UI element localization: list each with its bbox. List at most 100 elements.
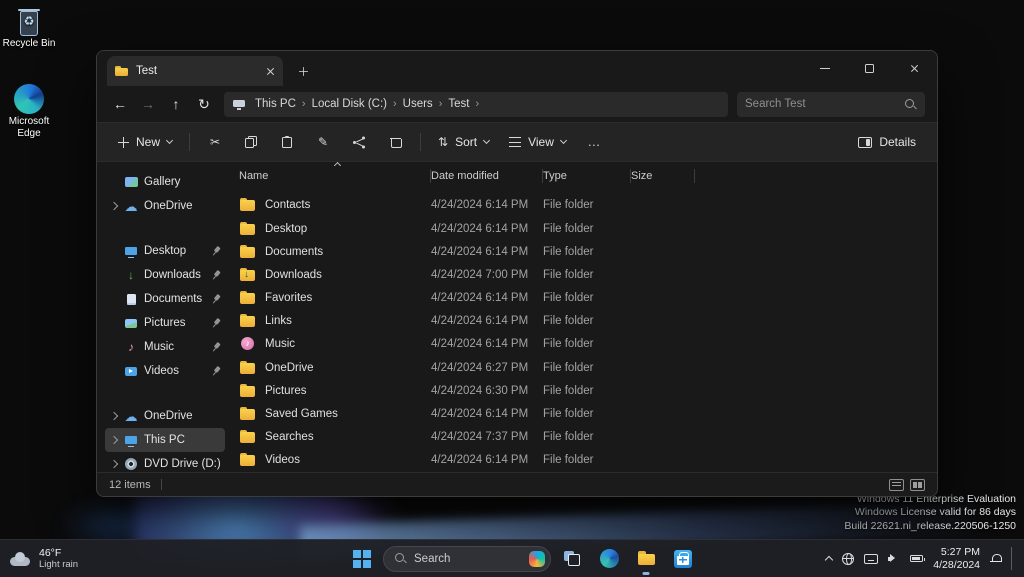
file-row-saved-games[interactable]: Saved Games4/24/2024 6:14 PMFile folder <box>229 402 937 425</box>
network-icon[interactable] <box>842 553 854 565</box>
breadcrumb-item-local-disk-c[interactable]: Local Disk (C:) <box>306 98 393 110</box>
more-options-button[interactable] <box>577 127 611 157</box>
column-header-type[interactable]: Type <box>543 170 631 182</box>
sidebar-item-onedrive[interactable]: OneDrive <box>105 194 225 218</box>
recycle-bin-icon <box>17 6 41 36</box>
sidebar-item-gallery[interactable]: Gallery <box>105 170 225 194</box>
chevron-right-icon[interactable] <box>109 437 118 443</box>
details-view-toggle[interactable] <box>889 479 904 491</box>
breadcrumb-item-test[interactable]: Test <box>442 98 475 110</box>
sidebar-item-desktop[interactable]: Desktop <box>105 239 225 263</box>
taskbar-search[interactable]: Search <box>383 546 551 572</box>
breadcrumb-item-users[interactable]: Users <box>397 98 439 110</box>
column-header-label: Name <box>239 170 268 182</box>
show-desktop-button[interactable] <box>1011 547 1014 569</box>
explorer-tab[interactable]: Test <box>107 56 283 86</box>
maximize-button[interactable] <box>847 51 892 86</box>
dvd-icon <box>123 457 139 471</box>
file-date-modified: 4/24/2024 6:30 PM <box>431 385 543 397</box>
sidebar-group-gap <box>105 383 225 404</box>
new-tab-button[interactable] <box>291 59 315 83</box>
address-bar[interactable]: This PC›Local Disk (C:)›Users›Test› <box>224 92 728 117</box>
file-row-links[interactable]: Links4/24/2024 6:14 PMFile folder <box>229 310 937 333</box>
notifications-bell-icon[interactable] <box>990 553 1001 564</box>
desktop-icon-recycle-bin[interactable]: Recycle Bin <box>0 6 58 50</box>
column-header-size[interactable]: Size <box>631 170 695 182</box>
keyboard-icon[interactable] <box>864 554 878 564</box>
taskbar-clock[interactable]: 5:27 PM 4/28/2024 <box>933 546 980 571</box>
task-view-button[interactable] <box>556 543 588 575</box>
gallery-icon <box>123 175 139 189</box>
breadcrumb-separator[interactable]: › <box>475 98 479 110</box>
chevron-right-icon[interactable] <box>109 461 118 467</box>
folder-icon <box>239 291 257 305</box>
share-button[interactable] <box>342 127 376 157</box>
sidebar-item-this-pc[interactable]: This PC <box>105 428 225 452</box>
icons-view-toggle[interactable] <box>910 479 925 491</box>
taskbar: 46°F Light rain Search 5:27 PM 4/28/2024 <box>0 539 1024 577</box>
hidden-icons-chevron[interactable] <box>825 556 833 564</box>
sidebar-item-pictures[interactable]: Pictures <box>105 311 225 335</box>
file-type: File folder <box>543 292 631 304</box>
sidebar-item-videos[interactable]: Videos <box>105 359 225 383</box>
battery-icon[interactable] <box>910 555 923 562</box>
chevron-right-icon[interactable] <box>109 413 118 419</box>
column-header-date-modified[interactable]: Date modified <box>431 170 543 182</box>
cut-button[interactable] <box>198 127 232 157</box>
rename-icon <box>318 135 328 149</box>
downloads-folder-icon: ↓ <box>239 268 257 282</box>
sidebar-item-dvd-drive-d-c[interactable]: DVD Drive (D:) C <box>105 452 225 472</box>
sidebar-item-downloads[interactable]: Downloads <box>105 263 225 287</box>
file-row-documents[interactable]: Documents4/24/2024 6:14 PMFile folder <box>229 240 937 263</box>
new-button[interactable]: New <box>109 127 181 157</box>
sidebar-item-onedrive[interactable]: OneDrive <box>105 404 225 428</box>
file-row-favorites[interactable]: Favorites4/24/2024 6:14 PMFile folder <box>229 287 937 310</box>
search-box[interactable]: Search Test <box>737 92 925 117</box>
minimize-button[interactable] <box>802 51 847 86</box>
file-row-contacts[interactable]: Contacts4/24/2024 6:14 PMFile folder <box>229 194 937 217</box>
volume-icon[interactable] <box>888 553 900 564</box>
rename-button[interactable] <box>306 127 340 157</box>
column-header-name[interactable]: Name <box>239 170 431 182</box>
file-row-searches[interactable]: Searches4/24/2024 7:37 PMFile folder <box>229 426 937 449</box>
file-row-desktop[interactable]: Desktop4/24/2024 6:14 PMFile folder <box>229 217 937 240</box>
bing-icon[interactable] <box>529 551 545 567</box>
delete-button[interactable] <box>378 127 412 157</box>
folder-icon <box>239 430 257 444</box>
back-button[interactable] <box>107 91 133 117</box>
file-row-onedrive[interactable]: OneDrive4/24/2024 6:27 PMFile folder <box>229 356 937 379</box>
sidebar-item-label: Pictures <box>144 317 206 329</box>
copy-button[interactable] <box>234 127 268 157</box>
up-button[interactable] <box>163 91 189 117</box>
titlebar[interactable]: Test <box>97 51 937 86</box>
this-pc-icon <box>233 99 246 110</box>
sidebar-item-music[interactable]: Music <box>105 335 225 359</box>
edge-taskbar-button[interactable] <box>593 543 625 575</box>
tab-close-icon[interactable] <box>266 67 275 76</box>
file-row-downloads[interactable]: ↓Downloads4/24/2024 7:00 PMFile folder <box>229 263 937 286</box>
file-explorer-taskbar-button[interactable] <box>630 543 662 575</box>
sidebar-item-documents[interactable]: Documents <box>105 287 225 311</box>
start-button[interactable] <box>346 543 378 575</box>
toolbar-divider <box>189 133 190 151</box>
close-button[interactable] <box>892 51 937 86</box>
view-button[interactable]: View <box>500 127 575 157</box>
paste-button[interactable] <box>270 127 304 157</box>
sidebar-item-label: OneDrive <box>144 410 221 422</box>
refresh-button[interactable] <box>191 91 217 117</box>
desktop-icon-microsoft-edge[interactable]: Microsoft Edge <box>0 84 58 140</box>
store-taskbar-button[interactable] <box>667 543 699 575</box>
breadcrumb-item-this-pc[interactable]: This PC <box>249 98 302 110</box>
column-headers: Name Date modifiedTypeSize <box>229 164 937 188</box>
chevron-right-icon[interactable] <box>109 203 118 209</box>
weather-widget[interactable]: 46°F Light rain <box>0 540 88 577</box>
details-pane-button[interactable]: Details <box>849 127 925 157</box>
details-button-label: Details <box>879 135 916 149</box>
search-icon[interactable] <box>904 98 917 111</box>
file-row-music[interactable]: Music4/24/2024 6:14 PMFile folder <box>229 333 937 356</box>
sort-button[interactable]: Sort <box>429 127 498 157</box>
file-name-cell: Videos <box>239 453 431 467</box>
forward-button[interactable] <box>135 91 161 117</box>
file-row-videos[interactable]: Videos4/24/2024 6:14 PMFile folder <box>229 449 937 472</box>
file-row-pictures[interactable]: Pictures4/24/2024 6:30 PMFile folder <box>229 379 937 402</box>
